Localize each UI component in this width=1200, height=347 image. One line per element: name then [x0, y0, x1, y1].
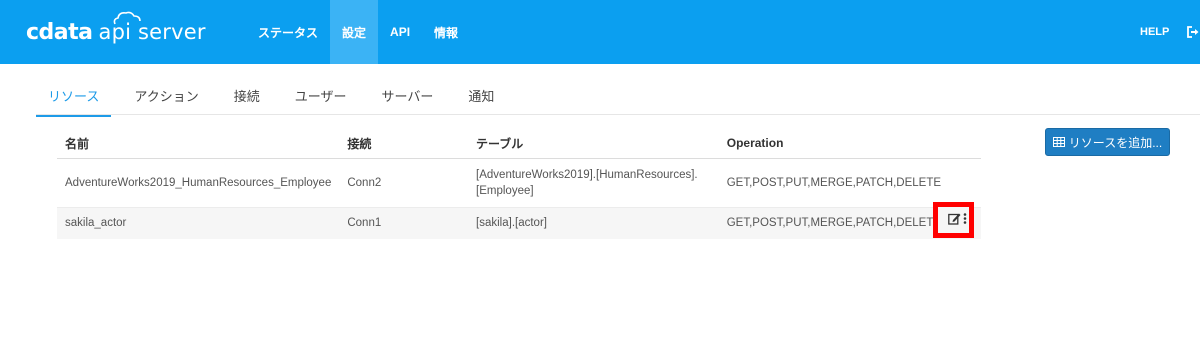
cloud-icon: [113, 11, 141, 25]
tab-actions[interactable]: アクション: [122, 80, 210, 117]
table-header-row: 名前 接続 テーブル Operation: [57, 129, 981, 159]
nav-api[interactable]: API: [378, 0, 422, 64]
edit-icon[interactable]: [948, 212, 961, 225]
table-grid-icon: [1052, 137, 1065, 147]
more-icon[interactable]: [963, 213, 967, 224]
cell-operation: GET,POST,PUT,MERGE,PATCH,DELETE: [718, 158, 981, 208]
add-resource-label: リソースを追加...: [1068, 135, 1163, 150]
cell-connection: Conn1: [339, 207, 469, 239]
header-name[interactable]: 名前: [57, 129, 340, 159]
logo[interactable]: cdata api server: [26, 11, 206, 46]
tab-notifications[interactable]: 通知: [456, 80, 506, 117]
tab-connections[interactable]: 接続: [222, 80, 272, 117]
cell-table: [AdventureWorks2019].[HumanResources].[E…: [468, 158, 719, 208]
add-resource-button[interactable]: リソースを追加...: [1045, 128, 1170, 156]
header-operation[interactable]: Operation: [718, 129, 981, 159]
help-link[interactable]: HELP: [1140, 0, 1169, 64]
nav-settings[interactable]: 設定: [330, 0, 379, 64]
header-table[interactable]: テーブル: [468, 129, 719, 159]
top-bar: cdata api server ステータス 設定 API 情報 HELP: [0, 0, 1200, 64]
cell-name: sakila_actor: [57, 207, 340, 239]
tab-resources[interactable]: リソース: [36, 80, 112, 117]
cell-connection: Conn2: [339, 158, 469, 208]
logout-icon[interactable]: [1187, 26, 1200, 38]
nav-status[interactable]: ステータス: [246, 0, 330, 64]
tabs-divider: [36, 114, 1200, 115]
nav-info[interactable]: 情報: [422, 0, 470, 64]
main-nav: ステータス 設定 API 情報: [246, 0, 470, 64]
cell-table: [sakila].[actor]: [468, 207, 719, 239]
header-connection[interactable]: 接続: [339, 129, 469, 159]
table-row[interactable]: sakila_actor Conn1 [sakila].[actor] GET,…: [57, 207, 981, 239]
tab-server[interactable]: サーバー: [369, 80, 445, 117]
logo-brand: cdata: [26, 20, 93, 45]
resources-table: 名前 接続 テーブル Operation AdventureWorks2019_…: [57, 129, 981, 239]
table-row[interactable]: AdventureWorks2019_HumanResources_Employ…: [57, 158, 981, 208]
tab-users[interactable]: ユーザー: [283, 80, 359, 117]
cell-name: AdventureWorks2019_HumanResources_Employ…: [57, 158, 340, 208]
settings-tabs: リソース アクション 接続 ユーザー サーバー 通知: [36, 80, 517, 117]
